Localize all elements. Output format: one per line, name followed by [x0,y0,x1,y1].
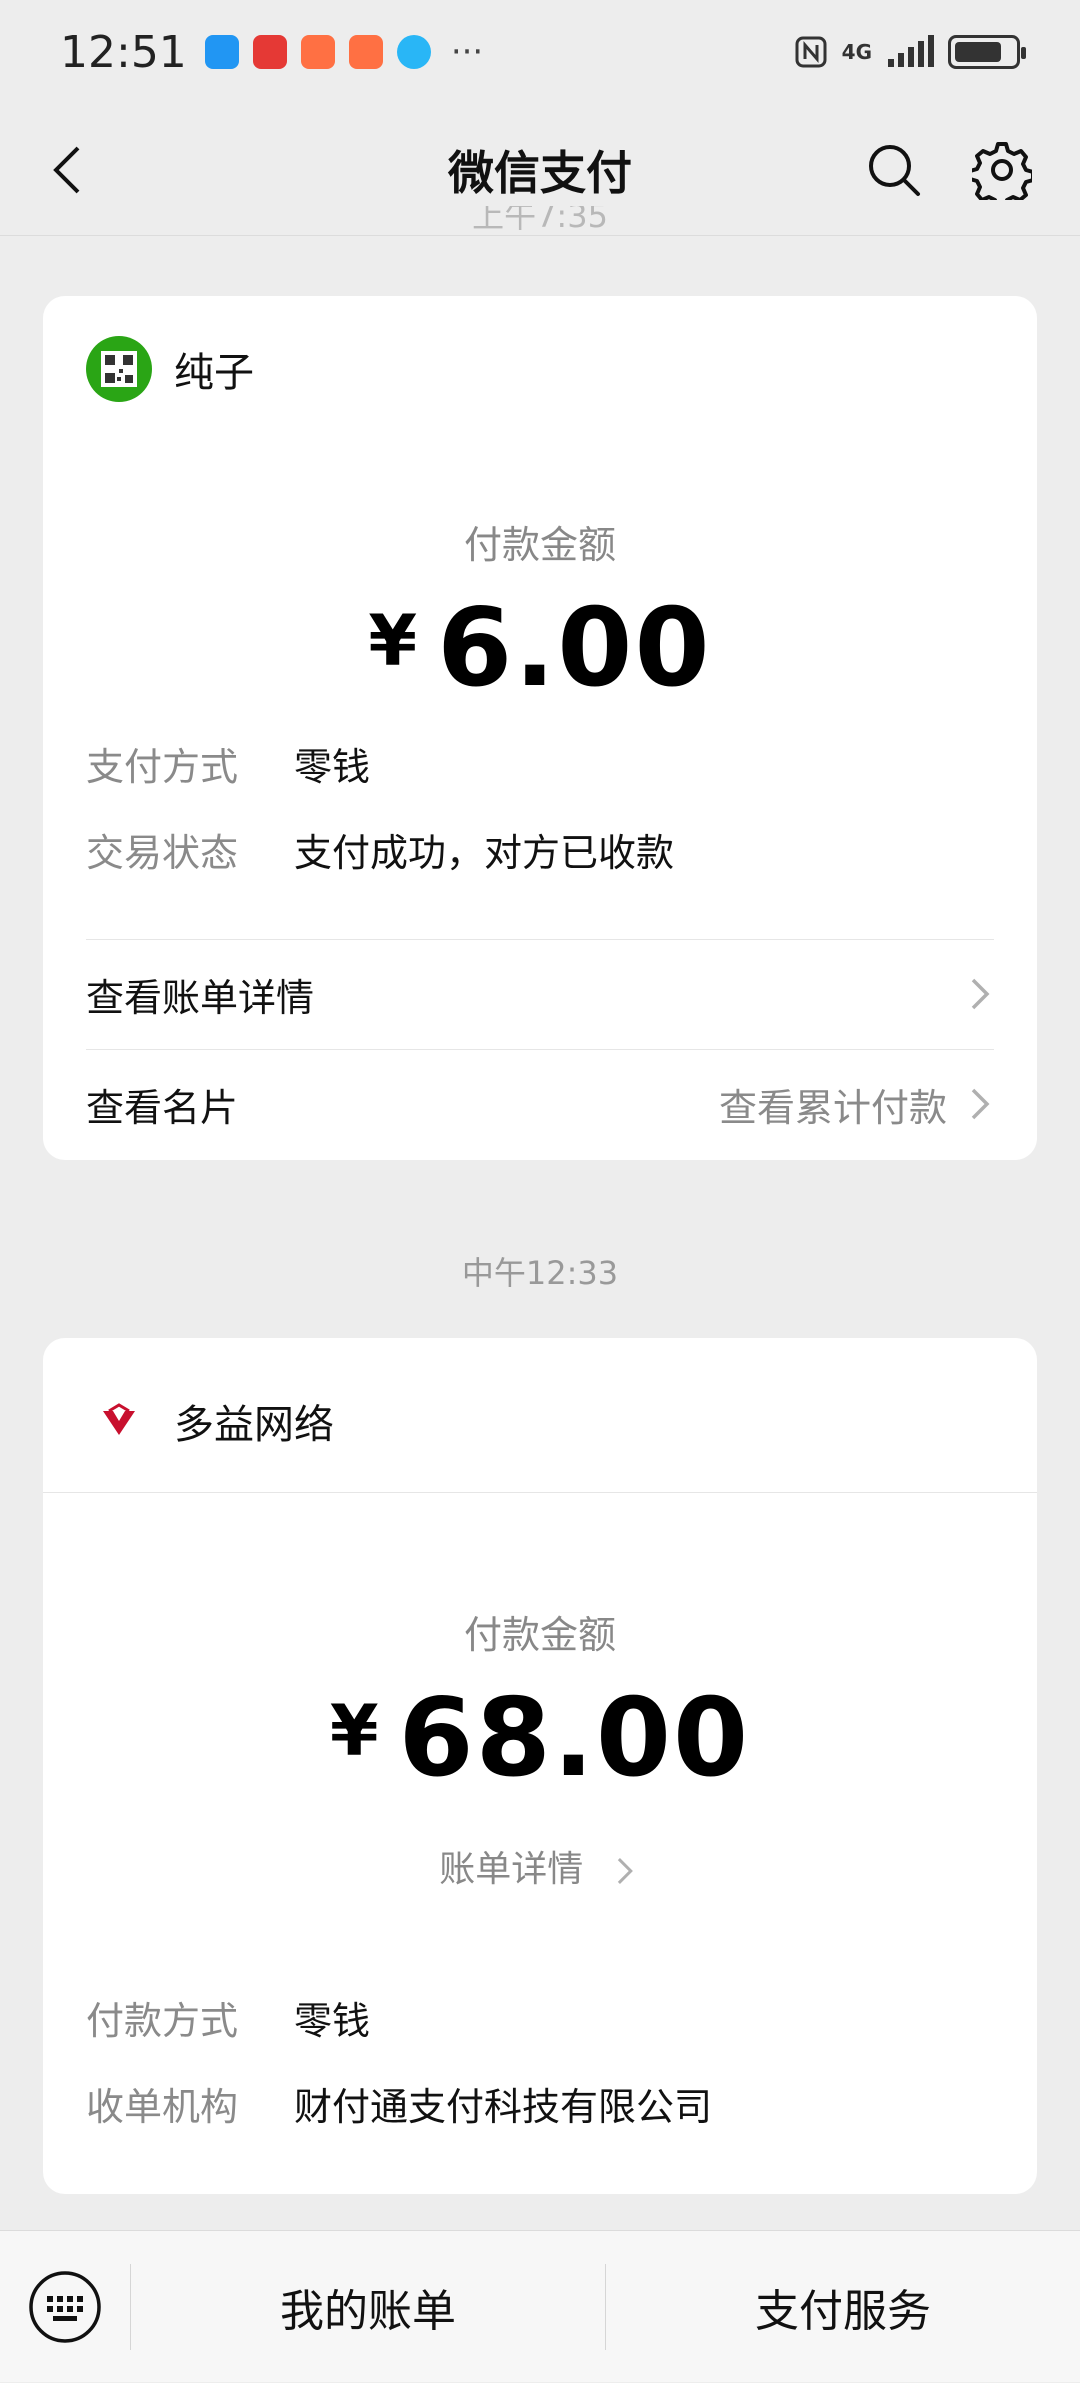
more-notifications-icon: ··· [450,32,484,72]
info-row-pay-method: 付款方式 零钱 [86,1990,370,2045]
battery-fill [955,42,1002,62]
bottom-bar: 我的账单 支付服务 [0,2230,1080,2382]
info-key: 付款方式 [86,1999,239,2043]
duoyi-logo-icon [103,1403,135,1435]
merchant-header[interactable]: 纯子 [86,336,254,402]
status-bar: 12:51 ··· 4G [0,0,1080,104]
chevron-left-icon [53,146,80,194]
info-value: 财付通支付科技有限公司 [294,2085,713,2129]
info-key: 支付方式 [86,745,239,789]
battery-icon [948,35,1026,69]
bill-detail-link[interactable]: 账单详情 [43,1840,1037,1892]
status-indicators: 4G [794,35,1026,69]
page-title: 微信支付 [448,145,632,200]
amount-value: 68.00 [398,1676,751,1801]
amount-value: 6.00 [437,586,712,711]
section-timestamp: 中午12:33 [461,1254,619,1292]
tab-pay-services[interactable]: 支付服务 [606,2275,1080,2339]
payment-amount: ¥68.00 [43,1676,1037,1801]
payment-card: 纯子 付款金额 ¥6.00 支付方式 零钱 交易状态 支付成功，对方已收款 查看… [43,296,1037,1160]
info-row-status: 交易状态 支付成功，对方已收款 [86,822,674,877]
link-label: 查看名片 [86,1085,239,1130]
view-card-link[interactable]: 查看名片 查看累计付款 [86,1049,999,1159]
payment-card: 多益网络 付款金额 ¥68.00 账单详情 付款方式 零钱 收单机构 财付通支付… [43,1338,1037,2194]
tab-my-bills[interactable]: 我的账单 [131,2275,605,2339]
info-value: 零钱 [294,745,371,789]
nfc-icon [795,36,827,68]
messages-notification-icon [204,35,239,69]
cut-off-timestamp: 上午7:35 [472,206,608,235]
huawei-notification-icon [252,35,287,69]
payment-amount: ¥6.00 [43,586,1037,711]
search-icon [869,145,920,196]
network-type: 4G [841,40,872,64]
amount-label: 付款金额 [463,1613,616,1657]
info-row-acquirer: 收单机构 财付通支付科技有限公司 [86,2076,712,2131]
gear-icon [972,142,1032,200]
info-key: 收单机构 [86,2085,239,2129]
link-label: 账单详情 [439,1849,584,1890]
chevron-right-icon [971,1088,990,1120]
chevron-right-icon [617,1858,633,1884]
merchant-name: 多益网络 [174,1402,334,1448]
merchant-avatar [86,1388,152,1454]
status-time: 12:51 [60,26,187,78]
info-key: 交易状态 [86,831,239,875]
divider [43,1492,1037,1493]
merchant-name: 纯子 [174,350,254,396]
chevron-right-icon [971,978,990,1010]
merchant-avatar [86,336,152,402]
view-cumulative-payment-link[interactable]: 查看累计付款 [719,1077,999,1132]
link-label: 查看累计付款 [718,1085,947,1130]
currency-symbol: ¥ [329,1690,379,1772]
amount-label: 付款金额 [463,523,616,567]
browser-notification-icon [396,35,431,69]
info-row-pay-method: 支付方式 零钱 [86,736,370,791]
settings-button[interactable] [964,132,1040,208]
keyboard-icon [29,2270,101,2343]
link-label: 查看账单详情 [86,975,315,1020]
app-notification-icon [348,35,383,69]
link-right [947,974,999,1014]
qr-code-icon [101,351,137,387]
back-button[interactable] [30,132,106,208]
search-button[interactable] [856,132,932,208]
keyboard-button[interactable] [0,2231,130,2383]
view-bill-detail-link[interactable]: 查看账单详情 [86,939,999,1049]
signal-icon [888,35,934,67]
merchant-header[interactable]: 多益网络 [86,1388,334,1454]
currency-symbol: ¥ [368,600,418,682]
info-value: 零钱 [294,1999,371,2043]
app-notification-icon [300,35,335,69]
info-value: 支付成功，对方已收款 [294,831,675,875]
